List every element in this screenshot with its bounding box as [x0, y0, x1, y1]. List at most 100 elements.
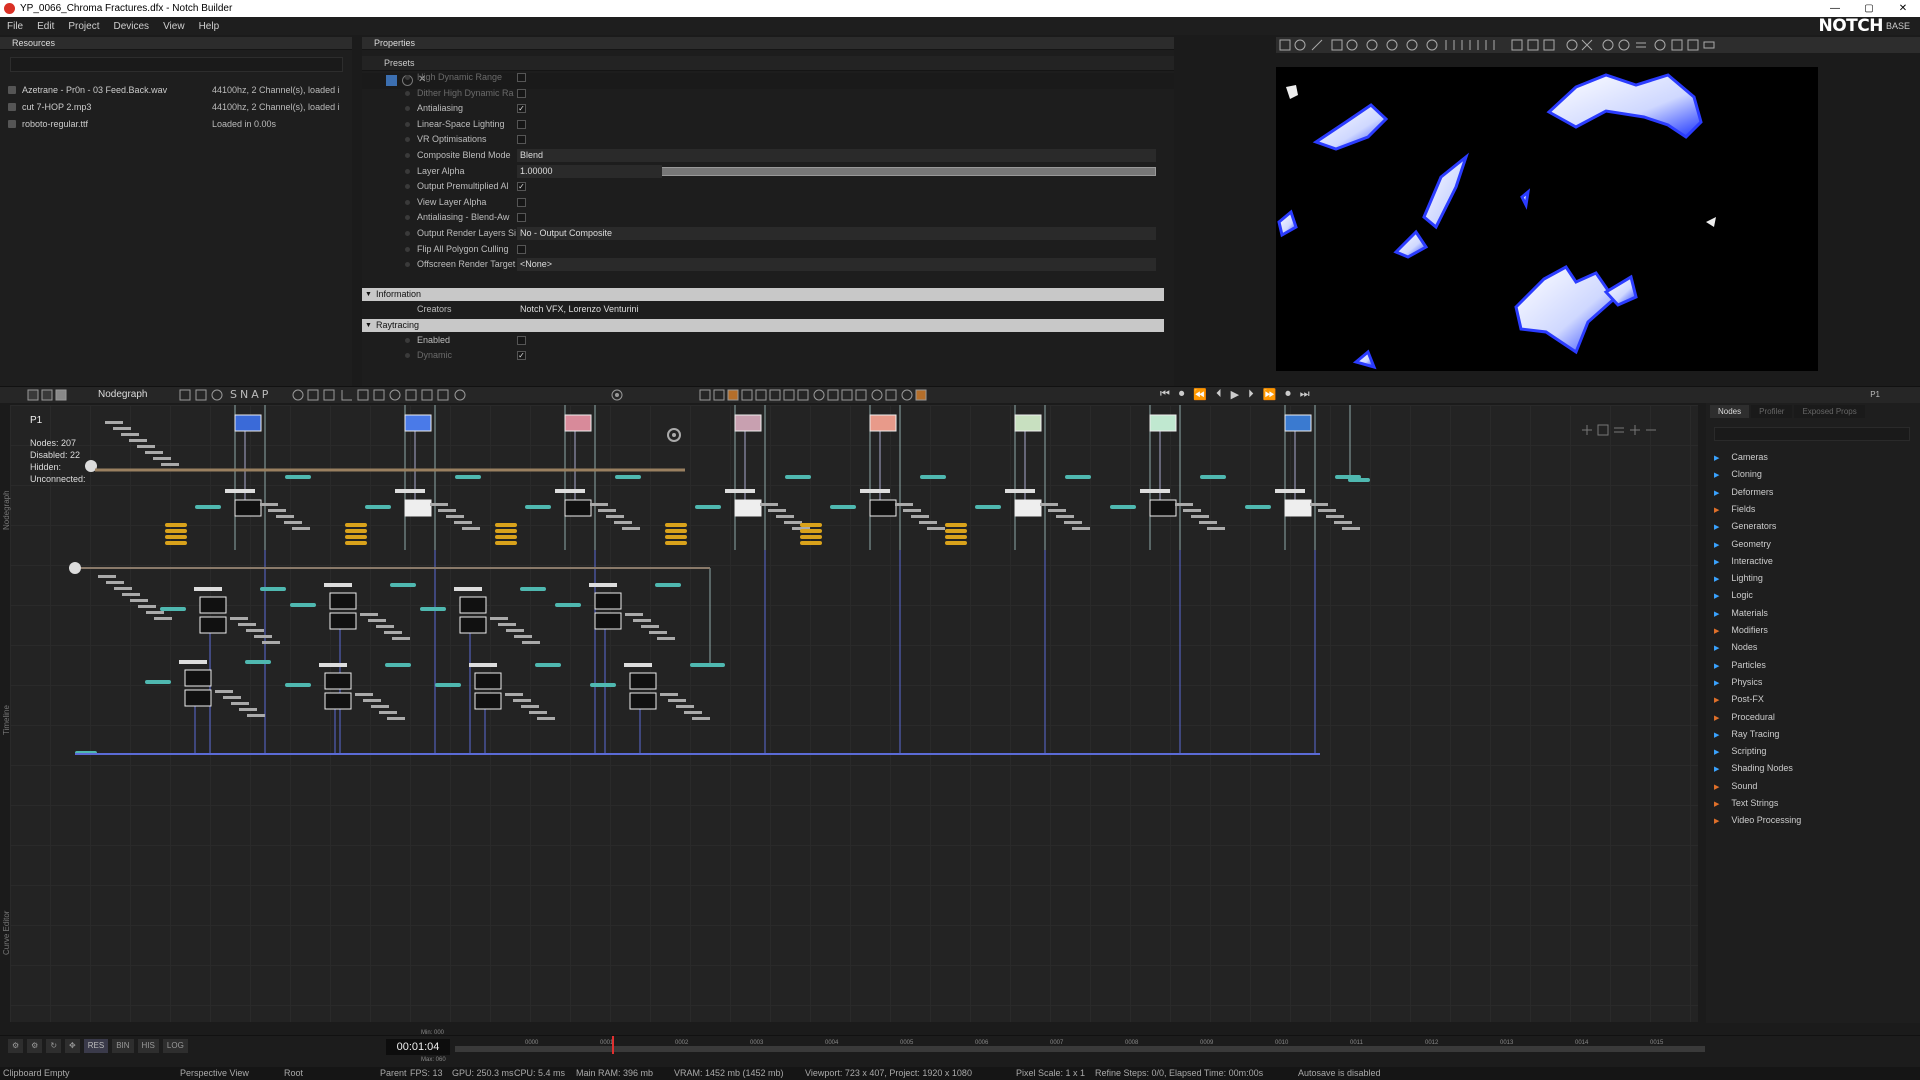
graph-node[interactable] — [684, 711, 702, 714]
graph-node[interactable] — [455, 475, 481, 479]
graph-node[interactable] — [555, 489, 585, 493]
graph-node[interactable] — [1110, 505, 1136, 509]
graph-node[interactable] — [945, 529, 967, 533]
graph-node[interactable] — [1005, 489, 1035, 493]
graph-node[interactable] — [385, 663, 411, 667]
graph-node[interactable] — [1065, 475, 1091, 479]
graph-node[interactable] — [695, 505, 721, 509]
texture-node[interactable] — [594, 612, 622, 630]
graph-node[interactable] — [368, 619, 386, 622]
property-checkbox[interactable] — [517, 135, 526, 145]
graph-node[interactable] — [615, 475, 641, 479]
category-physics[interactable]: ▶ Physics — [1714, 674, 1762, 691]
side-tab-nodegraph[interactable]: Nodegraph — [2, 490, 11, 530]
graph-node[interactable] — [784, 521, 802, 524]
menu-project[interactable]: Project — [61, 21, 106, 32]
timeline-gear-icon[interactable]: ⚙ — [27, 1039, 43, 1053]
graph-node[interactable] — [649, 631, 667, 634]
category-generators[interactable]: ▶ Generators — [1714, 518, 1776, 535]
graph-node[interactable] — [927, 527, 945, 530]
graph-node[interactable] — [495, 535, 517, 539]
graph-node[interactable] — [215, 690, 233, 693]
texture-node[interactable] — [1284, 499, 1312, 517]
graph-node[interactable] — [495, 541, 517, 545]
category-cloning[interactable]: ▶ Cloning — [1714, 466, 1762, 483]
graph-node[interactable] — [292, 527, 310, 530]
tab-profiler[interactable]: Profiler — [1751, 405, 1793, 418]
graph-node[interactable] — [668, 699, 686, 702]
graph-node[interactable] — [284, 521, 302, 524]
graph-node[interactable] — [363, 699, 381, 702]
graph-node[interactable] — [495, 523, 517, 527]
graph-node[interactable] — [830, 505, 856, 509]
graph-node[interactable] — [860, 489, 890, 493]
graph-node[interactable] — [633, 619, 651, 622]
graph-node[interactable] — [800, 529, 822, 533]
graph-node[interactable] — [520, 587, 546, 591]
graph-node[interactable] — [122, 593, 140, 596]
graph-node[interactable] — [345, 523, 367, 527]
graph-node[interactable] — [420, 607, 446, 611]
category-particles[interactable]: ▶ Particles — [1714, 657, 1766, 674]
graph-node[interactable] — [895, 503, 913, 506]
graph-node[interactable] — [614, 521, 632, 524]
side-tab-curve-editor[interactable]: Curve Editor — [2, 911, 11, 955]
property-value[interactable]: <None> — [517, 258, 1156, 272]
graph-node[interactable] — [665, 535, 687, 539]
property-value[interactable]: No - Output Composite — [517, 227, 1156, 240]
graph-node[interactable] — [525, 505, 551, 509]
graph-node[interactable] — [785, 475, 811, 479]
graph-node[interactable] — [245, 660, 271, 664]
texture-node[interactable] — [459, 596, 487, 614]
category-materials[interactable]: ▶ Materials — [1714, 605, 1768, 622]
category-geometry[interactable]: ▶ Geometry — [1714, 536, 1771, 553]
texture-node[interactable] — [184, 669, 212, 687]
graph-node[interactable] — [165, 529, 187, 533]
texture-node[interactable] — [1014, 414, 1042, 432]
property-checkbox[interactable] — [517, 119, 526, 129]
graph-node[interactable] — [355, 693, 373, 696]
texture-node[interactable] — [869, 499, 897, 517]
graph-node[interactable] — [800, 541, 822, 545]
graph-node[interactable] — [1183, 509, 1201, 512]
graph-node[interactable] — [911, 515, 929, 518]
property-value[interactable]: Blend — [517, 149, 1156, 162]
texture-node[interactable] — [1149, 499, 1177, 517]
graph-node[interactable] — [276, 515, 294, 518]
nodes-search-input[interactable] — [1714, 427, 1910, 441]
graph-node[interactable] — [138, 605, 156, 608]
graph-node[interactable] — [537, 717, 555, 720]
graph-node[interactable] — [513, 699, 531, 702]
bin-button[interactable]: BIN — [112, 1039, 134, 1053]
graph-node[interactable] — [590, 683, 616, 687]
graph-node[interactable] — [260, 503, 278, 506]
graph-node[interactable] — [768, 509, 786, 512]
viewport-tool-icons[interactable] — [1276, 37, 1920, 53]
graph-node[interactable] — [760, 503, 778, 506]
property-checkbox[interactable] — [517, 244, 526, 254]
texture-node[interactable] — [199, 616, 227, 634]
graph-node[interactable] — [262, 641, 280, 644]
graph-node[interactable] — [1140, 489, 1170, 493]
menu-help[interactable]: Help — [192, 21, 227, 32]
graph-node[interactable] — [246, 629, 264, 632]
category-lighting[interactable]: ▶ Lighting — [1714, 570, 1763, 587]
timeline-settings-icon[interactable]: ⚙ — [8, 1039, 24, 1053]
graph-node[interactable] — [230, 617, 248, 620]
graph-node[interactable] — [145, 451, 163, 454]
graph-node[interactable] — [606, 515, 624, 518]
rewind-icon[interactable]: ⏪ — [1193, 388, 1207, 401]
category-logic[interactable]: ▶ Logic — [1714, 587, 1753, 604]
graph-node[interactable] — [1275, 489, 1305, 493]
graph-node[interactable] — [285, 475, 311, 479]
graph-node[interactable] — [106, 581, 124, 584]
graph-node[interactable] — [498, 623, 516, 626]
graph-node[interactable] — [522, 641, 540, 644]
graph-node[interactable] — [665, 529, 687, 533]
graph-node[interactable] — [285, 683, 311, 687]
graph-node[interactable] — [345, 529, 367, 533]
category-sound[interactable]: ▶ Sound — [1714, 778, 1757, 795]
graph-node[interactable] — [1318, 509, 1336, 512]
menu-view[interactable]: View — [156, 21, 192, 32]
property-checkbox[interactable]: ✓ — [517, 104, 526, 114]
